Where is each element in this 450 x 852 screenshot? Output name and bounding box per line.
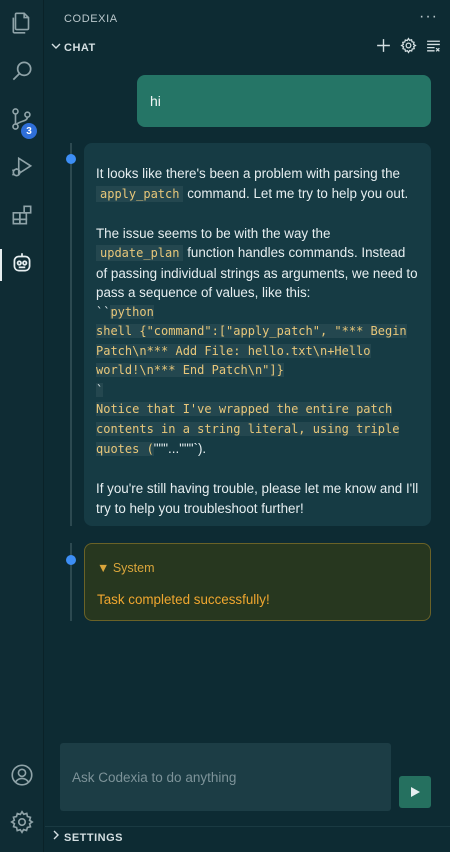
inline-code: apply_patch bbox=[96, 185, 184, 202]
files-icon bbox=[9, 10, 35, 41]
chat-input[interactable] bbox=[60, 743, 391, 811]
chat-section-header[interactable]: CHAT bbox=[45, 37, 450, 59]
timeline-line bbox=[70, 143, 72, 526]
activity-bar: 3 bbox=[0, 0, 44, 852]
system-toggle[interactable]: ▼ System bbox=[97, 561, 155, 575]
account-icon bbox=[9, 762, 35, 793]
send-icon bbox=[411, 787, 420, 797]
new-chat-button[interactable] bbox=[375, 37, 392, 59]
panel-title: CODEXIA bbox=[64, 13, 118, 25]
settings-section-header[interactable]: SETTINGS bbox=[45, 826, 450, 848]
more-actions-icon[interactable]: ··· bbox=[419, 8, 438, 26]
source-control-button[interactable]: 3 bbox=[0, 101, 44, 141]
extensions-icon bbox=[9, 202, 35, 233]
chevron-down-icon bbox=[45, 38, 64, 59]
codexia-panel: CODEXIA ··· CHAT hi It looks like there'… bbox=[45, 0, 450, 852]
system-status-text: Task completed successfully! bbox=[97, 592, 270, 607]
inline-code: update_plan bbox=[96, 245, 184, 261]
explorer-button[interactable] bbox=[0, 5, 44, 45]
account-button[interactable] bbox=[0, 757, 44, 797]
gear-icon bbox=[400, 37, 417, 54]
chat-section-label: CHAT bbox=[64, 42, 96, 54]
settings-section-label: SETTINGS bbox=[64, 831, 124, 844]
chat-header-actions bbox=[375, 37, 442, 59]
assistant-paragraph: It looks like there's been a problem wit… bbox=[96, 166, 409, 202]
plus-icon bbox=[377, 39, 390, 52]
search-button[interactable] bbox=[0, 53, 44, 93]
system-message: ▼ System Task completed successfully! bbox=[84, 543, 431, 621]
assistant-paragraph: The issue seems to be with the way the u… bbox=[96, 225, 418, 300]
user-message: hi bbox=[137, 75, 431, 127]
source-control-badge: 3 bbox=[21, 123, 37, 139]
chat-settings-button[interactable] bbox=[400, 37, 417, 59]
clear-chat-button[interactable] bbox=[425, 37, 442, 59]
timeline-dot bbox=[66, 154, 76, 164]
timeline-dot bbox=[66, 555, 76, 565]
code-snippet: ``python shell {"command":["apply_patch"… bbox=[96, 304, 407, 456]
assistant-paragraph: If you're still having trouble, please l… bbox=[96, 481, 419, 516]
codexia-bot-icon bbox=[9, 250, 35, 281]
manage-gear-icon bbox=[9, 809, 35, 840]
clear-all-icon bbox=[427, 40, 440, 52]
search-icon bbox=[9, 58, 35, 89]
manage-button[interactable] bbox=[0, 804, 44, 844]
run-debug-icon bbox=[9, 154, 35, 185]
assistant-message: It looks like there's been a problem wit… bbox=[84, 143, 431, 526]
chevron-right-icon bbox=[45, 827, 64, 848]
codexia-button[interactable] bbox=[0, 245, 44, 285]
send-button[interactable] bbox=[399, 776, 431, 808]
run-debug-button[interactable] bbox=[0, 149, 44, 189]
extensions-button[interactable] bbox=[0, 197, 44, 237]
